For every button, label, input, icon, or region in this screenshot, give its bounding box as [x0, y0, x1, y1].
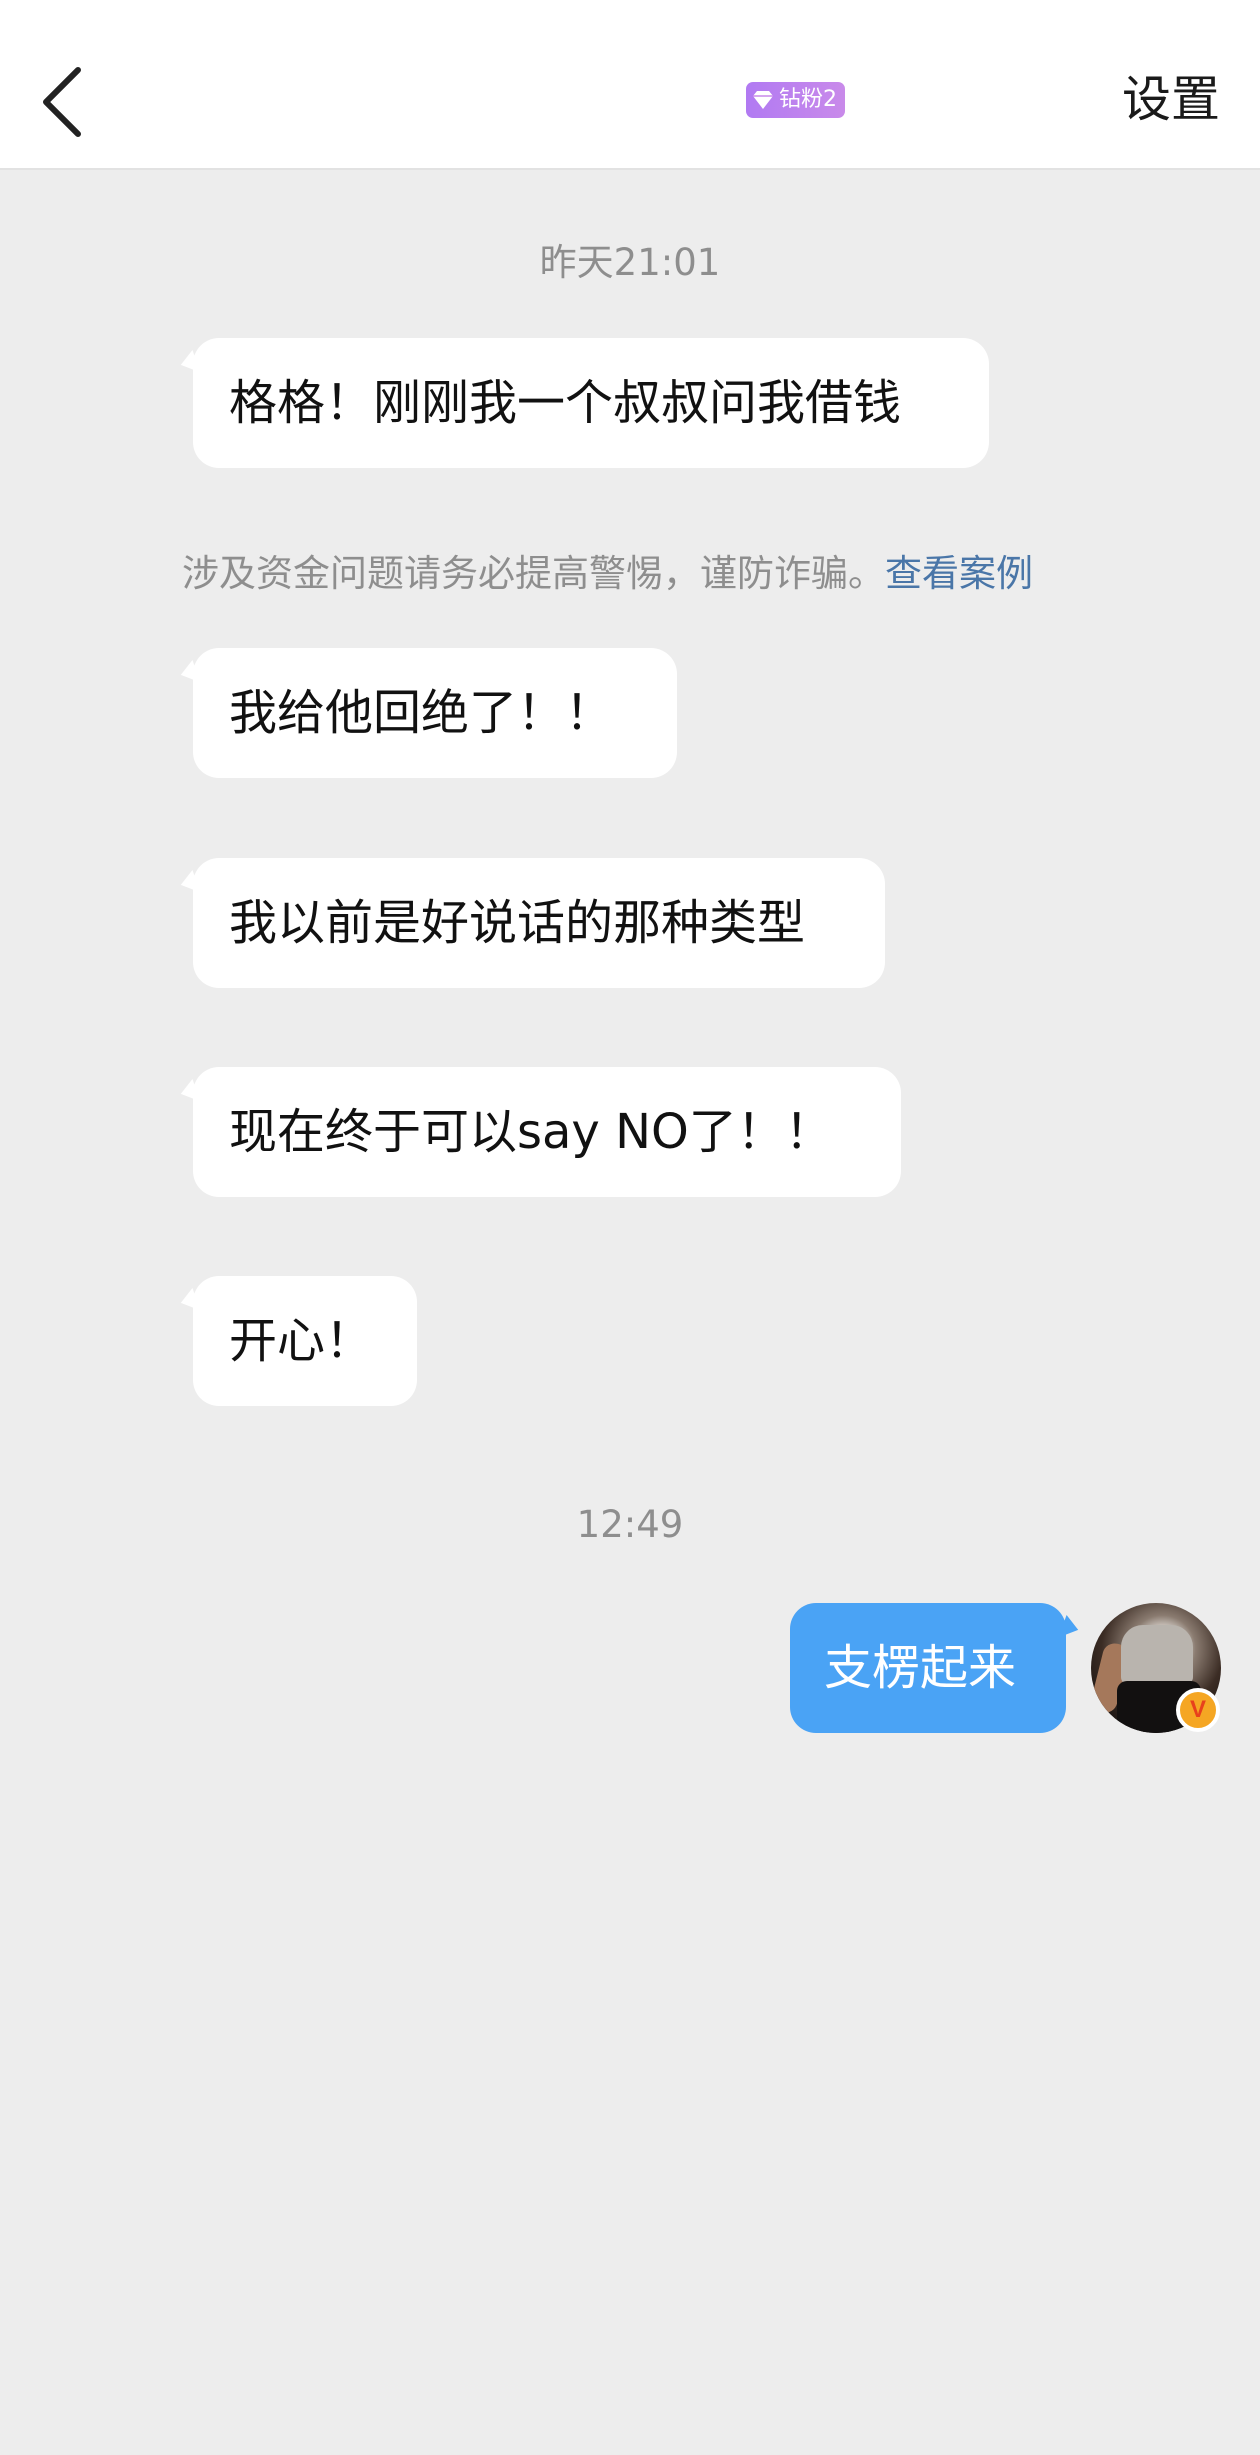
chevron-left-icon — [43, 67, 81, 137]
view-cases-link[interactable]: 查看案例 — [885, 552, 1033, 595]
received-message-bubble[interactable]: 我给他回绝了！！ — [193, 648, 677, 778]
message-timestamp: 12:49 — [576, 1503, 684, 1546]
verified-badge-label: V — [1189, 1696, 1206, 1723]
received-message-bubble[interactable]: 我以前是好说话的那种类型 — [193, 858, 885, 988]
received-message-bubble[interactable]: 格格！刚刚我一个叔叔问我借钱 — [193, 338, 989, 468]
diamond-icon — [753, 91, 773, 109]
avatar-photo-shirt — [1121, 1625, 1193, 1685]
fraud-warning-text: 涉及资金问题请务必提高警惕，谨防诈骗。 — [182, 552, 885, 595]
top-bar: 钻粉2 设置 — [0, 0, 1260, 170]
message-timestamp: 昨天21:01 — [539, 241, 721, 284]
fan-level-badge[interactable]: 钻粉2 — [746, 82, 845, 118]
received-message-bubble[interactable]: 现在终于可以say NO了！！ — [193, 1067, 901, 1197]
fraud-warning-notice: 涉及资金问题请务必提高警惕，谨防诈骗。查看案例 — [182, 548, 1033, 600]
received-message-bubble[interactable]: 开心！ — [193, 1276, 417, 1406]
fan-badge-label: 钻粉2 — [779, 87, 837, 112]
back-button[interactable] — [28, 50, 98, 150]
verified-badge-icon: V — [1176, 1688, 1220, 1732]
settings-button[interactable]: 设置 — [1122, 68, 1220, 132]
sent-message-bubble[interactable]: 支楞起来 — [790, 1603, 1066, 1733]
